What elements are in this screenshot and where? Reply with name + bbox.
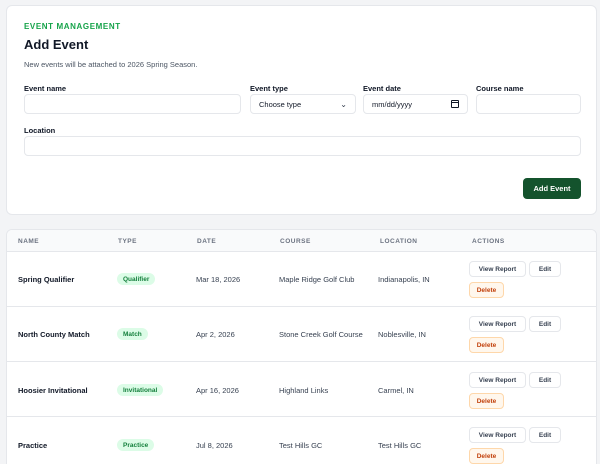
event-date-cell: Mar 18, 2026 [196, 275, 241, 284]
course-cell: Highland Links [279, 386, 329, 395]
event-name-cell: North County Match [18, 330, 90, 339]
event-type-badge: Practice [117, 439, 155, 451]
event-name-cell: Hoosier Invitational [18, 386, 88, 395]
view-report-button[interactable]: View Report [469, 316, 526, 332]
event-type-label: Event type [250, 84, 288, 93]
event-date-cell: Apr 16, 2026 [196, 386, 239, 395]
chevron-down-icon: ⌄ [340, 99, 347, 109]
edit-button[interactable]: Edit [529, 261, 561, 277]
event-date-input[interactable]: mm/dd/yyyy [363, 94, 468, 114]
column-header-actions: ACTIONS [472, 238, 505, 245]
column-header-course: COURSE [280, 238, 311, 245]
event-type-select[interactable]: Choose type ⌄ [250, 94, 356, 114]
event-type-value: Choose type [259, 99, 302, 109]
course-cell: Stone Creek Golf Course [279, 330, 363, 339]
table-header: NAME TYPE DATE COURSE LOCATION ACTIONS [7, 230, 596, 252]
location-cell: Indianapolis, IN [378, 275, 430, 284]
section-eyebrow: EVENT MANAGEMENT [24, 22, 121, 31]
view-report-button[interactable]: View Report [469, 261, 526, 277]
course-cell: Maple Ridge Golf Club [279, 275, 355, 284]
table-row: North County Match Match Apr 2, 2026 Sto… [7, 307, 596, 362]
events-table: NAME TYPE DATE COURSE LOCATION ACTIONS S… [6, 229, 597, 464]
table-row: Spring Qualifier Qualifier Mar 18, 2026 … [7, 252, 596, 307]
event-name-cell: Practice [18, 441, 48, 450]
event-date-cell: Jul 8, 2026 [196, 441, 233, 450]
edit-button[interactable]: Edit [529, 427, 561, 443]
event-type-badge: Qualifier [117, 273, 156, 285]
location-cell: Carmel, IN [378, 386, 414, 395]
edit-button[interactable]: Edit [529, 372, 561, 388]
column-header-location: LOCATION [380, 238, 418, 245]
delete-button[interactable]: Delete [469, 448, 504, 464]
column-header-name: NAME [18, 238, 40, 245]
add-event-card: EVENT MANAGEMENT Add Event New events wi… [6, 5, 597, 215]
event-date-label: Event date [363, 84, 401, 93]
table-row: Practice Practice Jul 8, 2026 Test Hills… [7, 418, 596, 464]
location-cell: Noblesville, IN [378, 330, 426, 339]
view-report-button[interactable]: View Report [469, 372, 526, 388]
course-name-label: Course name [476, 84, 524, 93]
event-date-value: mm/dd/yyyy [372, 99, 413, 109]
location-cell: Test Hills GC [378, 441, 422, 450]
event-date-cell: Apr 2, 2026 [196, 330, 235, 339]
location-input[interactable] [24, 136, 581, 156]
delete-button[interactable]: Delete [469, 393, 504, 409]
course-cell: Test Hills GC [279, 441, 323, 450]
column-header-date: DATE [197, 238, 217, 245]
location-label: Location [24, 126, 56, 135]
event-name-label: Event name [24, 84, 67, 93]
event-name-input[interactable] [24, 94, 241, 114]
event-name-cell: Spring Qualifier [18, 275, 75, 284]
page-subtitle: New events will be attached to 2026 Spri… [24, 60, 198, 69]
event-type-badge: Match [117, 328, 148, 340]
course-name-input[interactable] [476, 94, 581, 114]
table-row: Hoosier Invitational Invitational Apr 16… [7, 362, 596, 417]
event-type-badge: Invitational [117, 384, 164, 396]
delete-button[interactable]: Delete [469, 282, 504, 298]
edit-button[interactable]: Edit [529, 316, 561, 332]
delete-button[interactable]: Delete [469, 337, 504, 353]
view-report-button[interactable]: View Report [469, 427, 526, 443]
add-event-button[interactable]: Add Event [523, 178, 581, 199]
calendar-icon[interactable] [451, 100, 459, 108]
column-header-type: TYPE [118, 238, 137, 245]
page-title: Add Event [24, 37, 89, 52]
